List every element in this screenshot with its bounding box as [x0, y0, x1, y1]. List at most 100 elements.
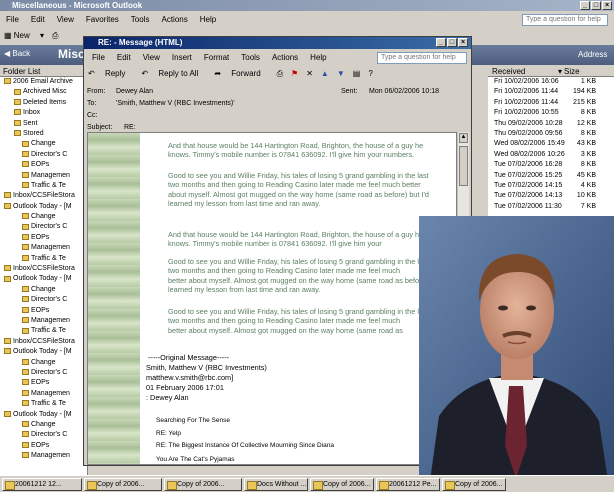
- message-row[interactable]: Thu 09/02/2006 09:56 8 KB: [488, 129, 614, 139]
- size-column-header[interactable]: Size: [562, 66, 580, 76]
- received-column-header[interactable]: Received: [488, 66, 558, 76]
- back-button[interactable]: ◀ Back: [4, 49, 30, 58]
- taskbar-item[interactable]: Copy of 2006...: [310, 477, 374, 491]
- folder-item[interactable]: Managemen: [0, 171, 87, 181]
- message-row[interactable]: Fri 10/02/2006 11:44 194 KB: [488, 87, 614, 97]
- message-row[interactable]: Tue 07/02/2006 15:25 45 KB: [488, 171, 614, 181]
- message-row[interactable]: Fri 10/02/2006 10:55 8 KB: [488, 108, 614, 118]
- message-row[interactable]: Fri 10/02/2006 11:44 215 KB: [488, 98, 614, 108]
- taskbar-item[interactable]: Docs Without ...: [244, 477, 308, 491]
- folder-item[interactable]: Inbox: [0, 108, 87, 118]
- folder-item[interactable]: Managemen: [0, 316, 87, 326]
- message-close-button[interactable]: ×: [458, 38, 468, 47]
- folder-item[interactable]: EOPs: [0, 306, 87, 316]
- help-icon[interactable]: ?: [368, 69, 372, 78]
- maximize-button[interactable]: □: [591, 1, 601, 10]
- folder-item[interactable]: 2006 Email Archive: [0, 77, 87, 87]
- folder-item[interactable]: Stored: [0, 129, 87, 139]
- folder-item[interactable]: Director's C: [0, 430, 87, 440]
- print-icon[interactable]: ⎙: [277, 69, 283, 79]
- new-button[interactable]: ▦ New ▾: [4, 31, 44, 40]
- msg-menu-file[interactable]: File: [92, 53, 105, 62]
- folder-item[interactable]: Traffic & Te: [0, 181, 87, 191]
- menu-tools[interactable]: Tools: [131, 15, 150, 24]
- message-row[interactable]: Tue 07/02/2006 16:28 8 KB: [488, 160, 614, 170]
- taskbar-item[interactable]: 20061212 Pe...: [376, 477, 440, 491]
- minimize-button[interactable]: _: [580, 1, 590, 10]
- message-row[interactable]: Tue 07/02/2006 14:13 10 KB: [488, 191, 614, 201]
- folder-item[interactable]: Managemen: [0, 243, 87, 253]
- folder-item[interactable]: Traffic & Te: [0, 326, 87, 336]
- folder-item[interactable]: Director's C: [0, 295, 87, 305]
- folder-item[interactable]: Outlook Today - [M: [0, 410, 87, 420]
- folder-item[interactable]: Inbox/CCSFileStora: [0, 191, 87, 201]
- message-row[interactable]: Wed 08/02/2006 10:26 3 KB: [488, 150, 614, 160]
- menu-edit[interactable]: Edit: [31, 15, 45, 24]
- msg-menu-tools[interactable]: Tools: [241, 53, 260, 62]
- taskbar-item[interactable]: 20061212 12...: [2, 477, 82, 491]
- message-maximize-button[interactable]: □: [447, 38, 457, 47]
- folder-item[interactable]: Sent: [0, 119, 87, 129]
- outlook-help-search[interactable]: Type a question for help: [522, 14, 608, 26]
- msg-menu-help[interactable]: Help: [310, 53, 326, 62]
- folder-item[interactable]: Outlook Today - [M: [0, 274, 87, 284]
- folder-item[interactable]: Managemen: [0, 389, 87, 399]
- folder-item[interactable]: Change: [0, 420, 87, 430]
- message-body[interactable]: And that house would be 144 Hartington R…: [87, 132, 457, 465]
- folder-item[interactable]: Inbox/CCSFileStora: [0, 337, 87, 347]
- folder-item[interactable]: Outlook Today - [M: [0, 347, 87, 357]
- msg-menu-format[interactable]: Format: [204, 53, 229, 62]
- folder-item[interactable]: EOPs: [0, 441, 87, 451]
- folder-item[interactable]: Director's C: [0, 222, 87, 232]
- folder-item[interactable]: Deleted Items: [0, 98, 87, 108]
- message-row[interactable]: Thu 09/02/2006 10:28 12 KB: [488, 119, 614, 129]
- close-button[interactable]: ×: [602, 1, 612, 10]
- from-value[interactable]: Dewey Alan: [116, 87, 341, 97]
- flag-icon[interactable]: ⚑: [291, 69, 298, 78]
- folder-item[interactable]: Outlook Today - [M: [0, 202, 87, 212]
- original-email[interactable]: matthew.v.smith@rbc.com]: [146, 373, 446, 382]
- folder-item[interactable]: EOPs: [0, 378, 87, 388]
- print-icon[interactable]: ⎙: [52, 31, 58, 41]
- message-help-search[interactable]: Type a question for help: [377, 52, 467, 64]
- taskbar-item[interactable]: Copy of 2006...: [442, 477, 506, 491]
- msg-menu-insert[interactable]: Insert: [172, 53, 192, 62]
- folder-item[interactable]: Archived Misc: [0, 87, 87, 97]
- message-minimize-button[interactable]: _: [436, 38, 446, 47]
- previous-icon[interactable]: ▲: [321, 69, 329, 78]
- msg-menu-view[interactable]: View: [143, 53, 160, 62]
- taskbar-item[interactable]: Copy of 2006...: [164, 477, 242, 491]
- menu-favorites[interactable]: Favorites: [86, 15, 119, 24]
- message-row[interactable]: Tue 07/02/2006 14:15 4 KB: [488, 181, 614, 191]
- folder-item[interactable]: Change: [0, 139, 87, 149]
- scroll-thumb[interactable]: [459, 146, 468, 186]
- folder-item[interactable]: EOPs: [0, 233, 87, 243]
- menu-actions[interactable]: Actions: [161, 15, 187, 24]
- message-row[interactable]: Fri 10/02/2006 16:06 1 KB: [488, 77, 614, 87]
- folder-item[interactable]: Inbox/CCSFileStora: [0, 264, 87, 274]
- taskbar-item[interactable]: Copy of 2006...: [84, 477, 162, 491]
- message-row[interactable]: Wed 08/02/2006 15:49 43 KB: [488, 139, 614, 149]
- message-row[interactable]: Tue 07/02/2006 11:30 7 KB: [488, 202, 614, 212]
- menu-help[interactable]: Help: [200, 15, 216, 24]
- msg-menu-actions[interactable]: Actions: [272, 53, 298, 62]
- to-value[interactable]: 'Smith, Matthew V (RBC Investments)': [116, 99, 235, 109]
- menu-view[interactable]: View: [57, 15, 74, 24]
- folder-item[interactable]: Change: [0, 212, 87, 222]
- folder-item[interactable]: Managemen: [0, 451, 87, 461]
- address-book-icon[interactable]: ▤: [353, 69, 361, 78]
- folder-item[interactable]: Director's C: [0, 150, 87, 160]
- scroll-up-icon[interactable]: ▲: [459, 133, 468, 143]
- msg-menu-edit[interactable]: Edit: [117, 53, 131, 62]
- folder-item[interactable]: Change: [0, 358, 87, 368]
- folder-item[interactable]: Traffic & Te: [0, 254, 87, 264]
- next-icon[interactable]: ▼: [337, 69, 345, 78]
- folder-item[interactable]: Change: [0, 285, 87, 295]
- folder-item[interactable]: Traffic & Te: [0, 399, 87, 409]
- menu-file[interactable]: File: [6, 15, 19, 24]
- reply-all-button[interactable]: ↶ Reply to All: [141, 69, 206, 78]
- forward-button[interactable]: ➦ Forward: [214, 69, 268, 78]
- folder-item[interactable]: Director's C: [0, 368, 87, 378]
- folder-item[interactable]: EOPs: [0, 160, 87, 170]
- reply-button[interactable]: ↶ Reply: [88, 69, 133, 78]
